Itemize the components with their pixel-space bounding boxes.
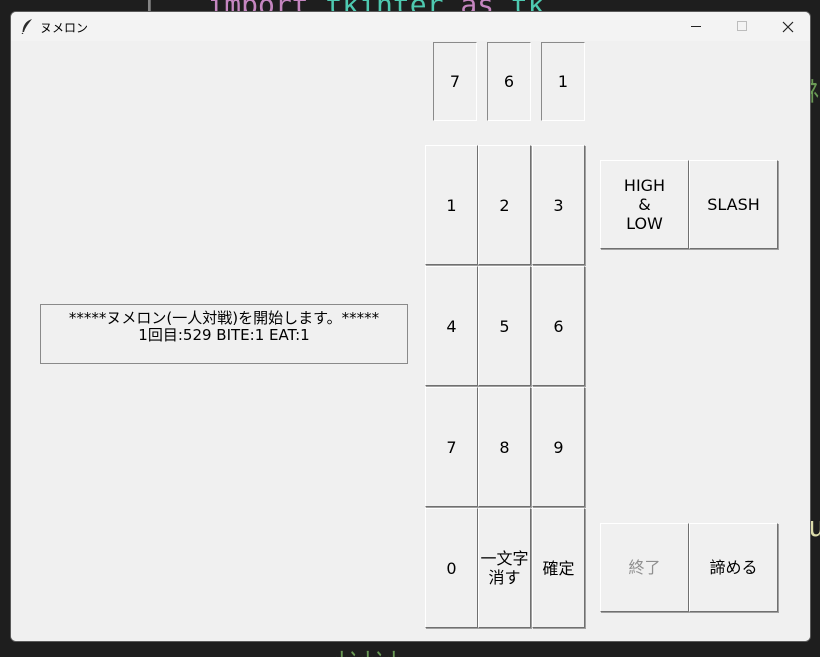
give-up-button[interactable]: 諦める xyxy=(689,523,778,612)
maximize-icon xyxy=(736,21,747,31)
message-line-2: 1回目:529 BITE:1 EAT:1 xyxy=(138,326,310,344)
key-3-button[interactable]: 3 xyxy=(532,145,585,265)
key-7-button[interactable]: 7 xyxy=(425,387,478,507)
close-icon xyxy=(782,21,794,32)
key-8-button[interactable]: 8 xyxy=(478,387,531,507)
guess-slot-3: 1 xyxy=(541,42,585,121)
guess-slot-1: 7 xyxy=(433,42,477,121)
close-button[interactable] xyxy=(765,12,810,41)
minimize-button[interactable] xyxy=(673,12,719,41)
client-area: 7 6 1 *****ヌメロン(一人対戦)を開始します。***** 1回目:52… xyxy=(11,41,810,641)
feather-icon xyxy=(21,19,32,34)
message-line-1: *****ヌメロン(一人対戦)を開始します。***** xyxy=(68,309,380,327)
maximize-button[interactable] xyxy=(719,12,765,41)
quit-button[interactable]: 終了 xyxy=(600,523,689,612)
high-low-button[interactable]: HIGH & LOW xyxy=(600,160,689,249)
guess-slot-2: 6 xyxy=(487,42,531,121)
message-box: *****ヌメロン(一人対戦)を開始します。***** 1回目:529 BITE… xyxy=(40,304,408,364)
key-6-button[interactable]: 6 xyxy=(532,266,585,386)
key-0-button[interactable]: 0 xyxy=(425,508,478,628)
window-title: ヌメロン xyxy=(40,21,89,35)
title-bar[interactable]: ヌメロン xyxy=(11,12,810,41)
minimize-icon xyxy=(690,26,701,27)
key-1-button[interactable]: 1 xyxy=(425,145,478,265)
key-9-button[interactable]: 9 xyxy=(532,387,585,507)
confirm-button[interactable]: 確定 xyxy=(532,508,585,628)
editor-code-fragment: ﾅｼﾅｼﾅ xyxy=(335,642,400,657)
delete-char-button[interactable]: 一文字 消す xyxy=(478,508,531,628)
key-4-button[interactable]: 4 xyxy=(425,266,478,386)
app-window: ヌメロン 7 6 1 *****ヌメロン(一人対戦)を開始します。***** 1… xyxy=(10,11,811,642)
slash-button[interactable]: SLASH xyxy=(689,160,778,249)
key-5-button[interactable]: 5 xyxy=(478,266,531,386)
key-2-button[interactable]: 2 xyxy=(478,145,531,265)
